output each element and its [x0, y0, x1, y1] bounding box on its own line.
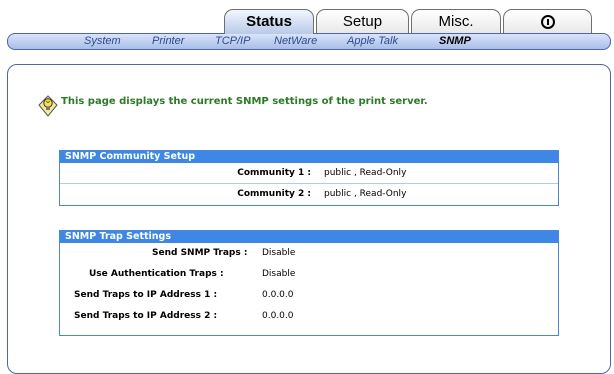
- table-row: Community 1 : public , Read-Only: [60, 163, 558, 183]
- trap-ip-2-label: Send Traps to IP Address 2 :: [74, 311, 218, 321]
- table-row: Community 2 : public , Read-Only: [60, 183, 558, 204]
- tab-setup[interactable]: Setup: [316, 9, 409, 33]
- tab-misc[interactable]: Misc.: [411, 9, 501, 33]
- community-1-label: Community 1 :: [237, 168, 311, 178]
- trap-ip-2-value: 0.0.0.0: [262, 311, 294, 321]
- trap-section: SNMP Trap Settings Send SNMP Traps : Dis…: [59, 230, 559, 336]
- community-1-value: public , Read-Only: [324, 168, 407, 178]
- community-section: SNMP Community Setup Community 1 : publi…: [59, 150, 559, 206]
- subnav-item-appletalk[interactable]: Apple Talk: [347, 35, 398, 47]
- info-power-icon: [540, 15, 555, 29]
- table-row: Send Traps to IP Address 1 : 0.0.0.0: [60, 285, 558, 306]
- community-section-title: SNMP Community Setup: [60, 151, 558, 163]
- table-row: Send Traps to IP Address 2 : 0.0.0.0: [60, 306, 558, 327]
- auth-traps-label: Use Authentication Traps :: [89, 269, 224, 279]
- subnav-item-netware[interactable]: NetWare: [274, 35, 317, 47]
- page-notice: This page displays the current SNMP sett…: [61, 96, 428, 107]
- subnav-item-printer[interactable]: Printer: [152, 35, 184, 47]
- trap-ip-1-label: Send Traps to IP Address 1 :: [74, 290, 218, 300]
- table-row: Use Authentication Traps : Disable: [60, 264, 558, 285]
- table-row: Send SNMP Traps : Disable: [60, 243, 558, 264]
- subnav-item-tcpip[interactable]: TCP/IP: [215, 35, 250, 47]
- subnav-bar: System Printer TCP/IP NetWare Apple Talk…: [7, 33, 611, 50]
- community-2-value: public , Read-Only: [324, 189, 407, 199]
- tab-info[interactable]: [503, 9, 592, 33]
- community-2-label: Community 2 :: [237, 189, 311, 199]
- auth-traps-value: Disable: [262, 269, 296, 279]
- send-snmp-traps-value: Disable: [262, 248, 296, 258]
- trap-ip-1-value: 0.0.0.0: [262, 290, 294, 300]
- subnav-item-system[interactable]: System: [84, 35, 121, 47]
- send-snmp-traps-label: Send SNMP Traps :: [152, 248, 248, 258]
- subnav-item-snmp[interactable]: SNMP: [439, 35, 471, 47]
- tab-status[interactable]: Status: [224, 9, 314, 34]
- main-tabs: Status Setup Misc.: [224, 9, 604, 34]
- trap-section-title: SNMP Trap Settings: [60, 231, 558, 243]
- hint-lightbulb-icon: [38, 95, 58, 117]
